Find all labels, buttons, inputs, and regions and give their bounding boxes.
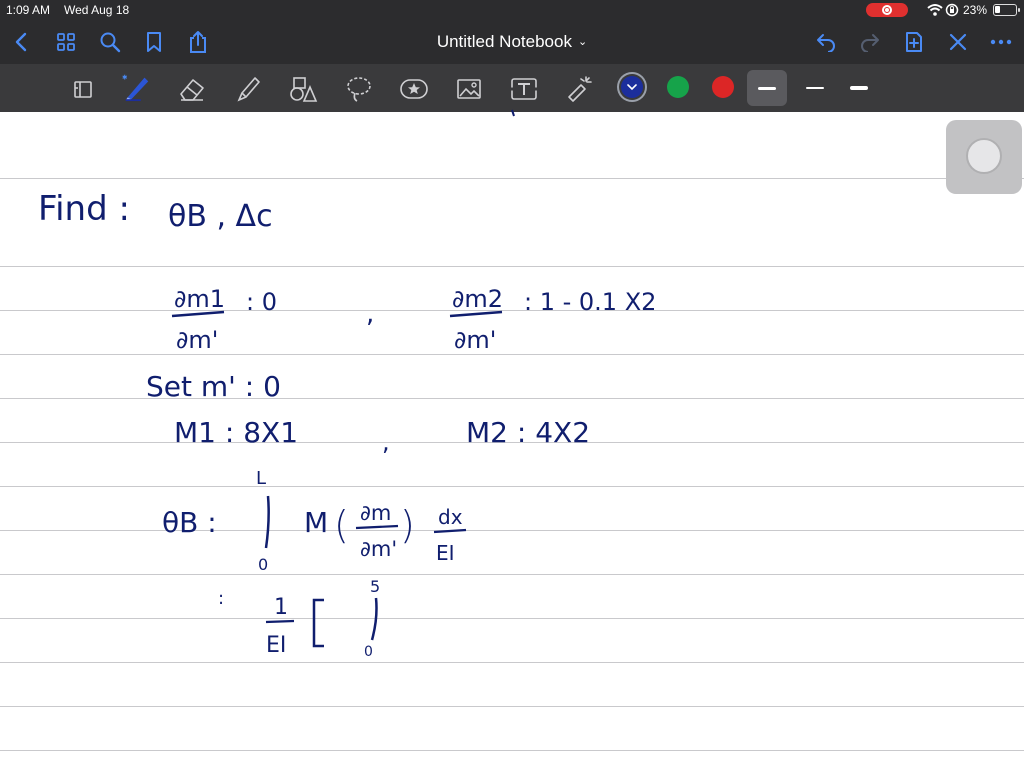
integrand-m: M xyxy=(304,506,328,539)
fraction-bar xyxy=(265,619,295,624)
eq2-numerator: ∂m2 xyxy=(452,285,503,313)
m1-equation: M1 : 8X1 xyxy=(174,416,298,449)
eq2-rhs: : 1 - 0.1 X2 xyxy=(524,288,656,316)
fraction-bar xyxy=(433,528,467,534)
comma: , xyxy=(382,428,390,456)
integral2-upper-limit: 5 xyxy=(370,577,380,596)
integral-lower-limit: 0 xyxy=(258,555,268,574)
handwriting-layer: Find : θB , Δc ∂m1 ∂m' : 0 , ∂m2 ∂m' : 1… xyxy=(38,109,656,660)
theta-lhs: θB : xyxy=(162,506,217,539)
set-line: Set m' : 0 xyxy=(146,370,281,403)
eq1-numerator: ∂m1 xyxy=(174,285,225,313)
find-variables: θB , Δc xyxy=(168,199,273,234)
second-line-colon: : xyxy=(218,588,224,609)
left-paren: ( xyxy=(334,503,349,547)
eq1-denominator: ∂m' xyxy=(176,326,218,354)
left-bracket xyxy=(312,598,324,648)
dx-denominator: EI xyxy=(436,541,455,565)
integral2-lower-limit: 0 xyxy=(364,644,373,660)
partial-numerator: ∂m xyxy=(360,501,391,525)
page-scroll-handle[interactable] xyxy=(946,120,1022,194)
integral-sign xyxy=(264,495,270,549)
eq2-denominator: ∂m' xyxy=(454,326,496,354)
one-over-denominator: EI xyxy=(266,633,286,658)
integral-upper-limit: L xyxy=(256,468,266,489)
m2-equation: M2 : 4X2 xyxy=(466,416,590,449)
eq1-rhs: : 0 xyxy=(246,288,277,316)
integral-sign xyxy=(370,597,378,641)
partial-denominator: ∂m' xyxy=(360,537,397,561)
fraction-bar xyxy=(355,524,399,530)
dx-numerator: dx xyxy=(438,505,463,529)
one-over-numerator: 1 xyxy=(274,595,288,620)
find-label: Find : xyxy=(38,189,130,229)
comma: , xyxy=(366,299,374,329)
right-paren: ) xyxy=(400,503,415,547)
